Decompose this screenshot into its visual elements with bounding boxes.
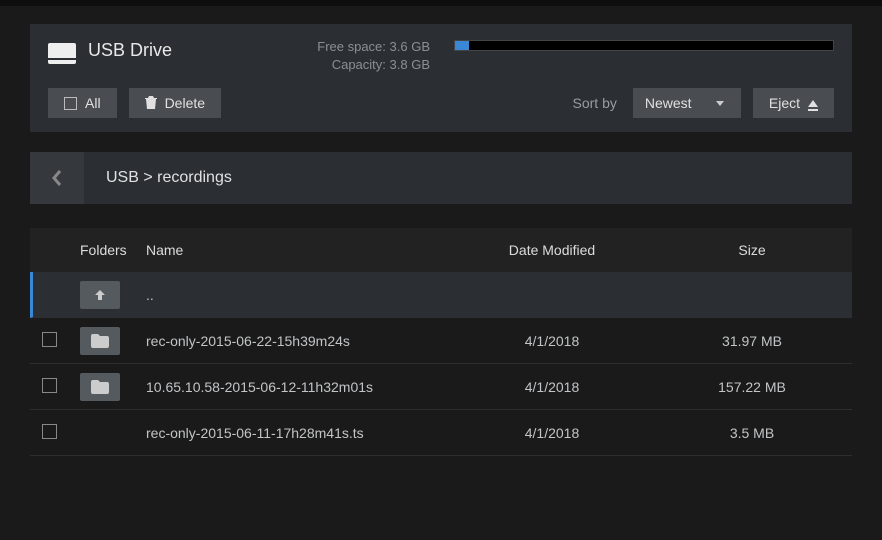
caret-down-icon — [716, 101, 724, 106]
col-name[interactable]: Name — [146, 242, 452, 258]
header-card: USB Drive Free space: 3.6 GB Capacity: 3… — [30, 24, 852, 132]
col-date[interactable]: Date Modified — [452, 242, 652, 258]
back-button[interactable] — [30, 152, 84, 204]
file-size: 31.97 MB — [652, 333, 852, 349]
eject-icon — [808, 100, 818, 107]
col-folders[interactable]: Folders — [80, 242, 146, 258]
sort-select[interactable]: Newest — [633, 88, 741, 118]
usage-fill — [455, 41, 469, 50]
eject-label: Eject — [769, 95, 800, 111]
parent-row[interactable]: .. — [30, 272, 852, 318]
row-checkbox[interactable] — [42, 332, 57, 347]
file-date: 4/1/2018 — [452, 333, 652, 349]
file-list: Folders Name Date Modified Size .. rec-o… — [30, 228, 852, 456]
drive-title: USB Drive — [88, 40, 172, 61]
drive-icon — [48, 40, 76, 64]
space-info: Free space: 3.6 GB Capacity: 3.8 GB — [317, 38, 430, 74]
col-size[interactable]: Size — [652, 242, 852, 258]
capacity-value: 3.8 GB — [390, 57, 430, 72]
sort-selected-value: Newest — [645, 95, 692, 111]
select-all-button[interactable]: All — [48, 88, 117, 118]
file-name: rec-only-2015-06-22-15h39m24s — [146, 333, 452, 349]
row-checkbox[interactable] — [42, 424, 57, 439]
row-checkbox[interactable] — [42, 378, 57, 393]
table-row[interactable]: rec-only-2015-06-11-17h28m41s.ts4/1/2018… — [30, 410, 852, 456]
breadcrumb-path: USB > recordings — [84, 152, 852, 204]
list-header: Folders Name Date Modified Size — [30, 228, 852, 272]
folder-icon[interactable] — [80, 373, 120, 401]
file-date: 4/1/2018 — [452, 425, 652, 441]
eject-button[interactable]: Eject — [753, 88, 834, 118]
file-size: 3.5 MB — [652, 425, 852, 441]
top-border — [0, 0, 882, 6]
free-space-label: Free space: — [317, 39, 386, 54]
sort-by-label: Sort by — [573, 95, 617, 111]
delete-label: Delete — [165, 95, 205, 111]
select-all-label: All — [85, 95, 101, 111]
table-row[interactable]: rec-only-2015-06-22-15h39m24s4/1/201831.… — [30, 318, 852, 364]
table-row[interactable]: 10.65.10.58-2015-06-12-11h32m01s4/1/2018… — [30, 364, 852, 410]
delete-button[interactable]: Delete — [129, 88, 221, 118]
checkbox-icon — [64, 97, 77, 110]
capacity-label: Capacity: — [332, 57, 386, 72]
breadcrumb-bar: USB > recordings — [30, 152, 852, 204]
file-name: 10.65.10.58-2015-06-12-11h32m01s — [146, 379, 452, 395]
trash-icon — [145, 96, 157, 110]
usage-bar — [454, 40, 834, 51]
up-button[interactable] — [80, 281, 120, 309]
file-name: rec-only-2015-06-11-17h28m41s.ts — [146, 425, 452, 441]
parent-name: .. — [146, 287, 452, 303]
file-date: 4/1/2018 — [452, 379, 652, 395]
file-size: 157.22 MB — [652, 379, 852, 395]
folder-icon[interactable] — [80, 327, 120, 355]
free-space-value: 3.6 GB — [390, 39, 430, 54]
